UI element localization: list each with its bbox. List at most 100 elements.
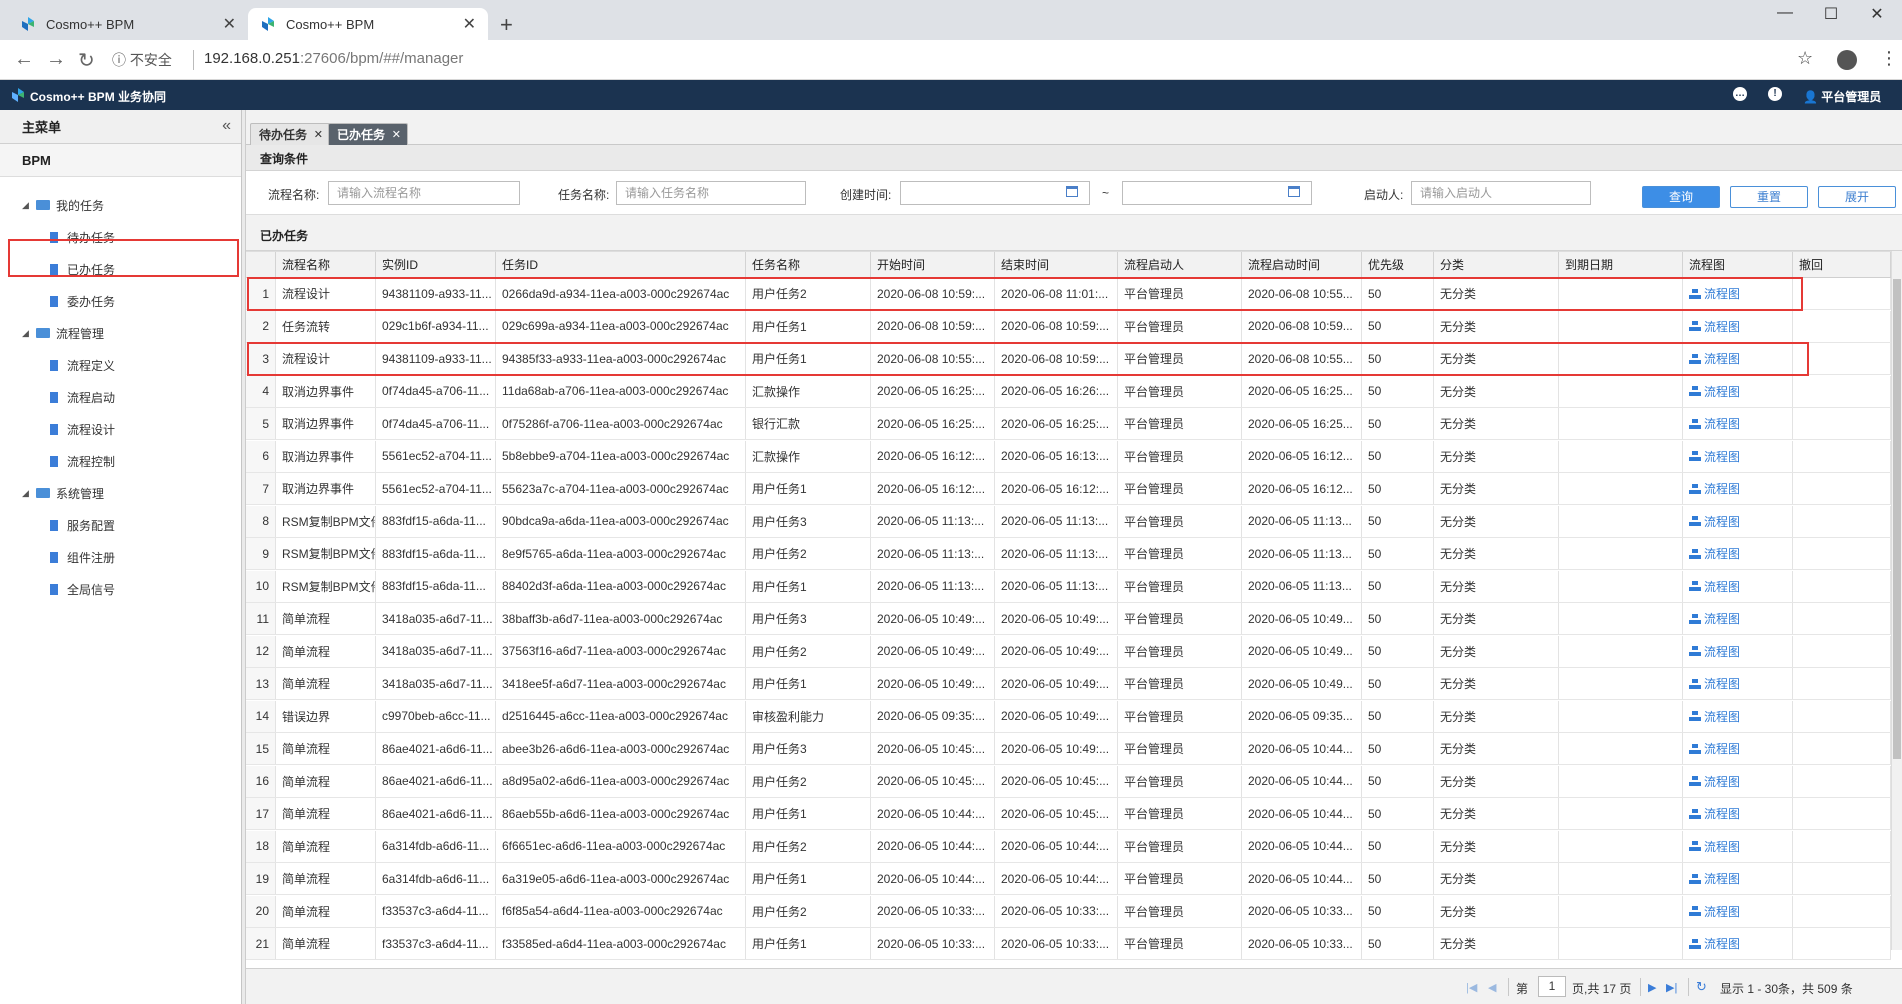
sidebar-item[interactable]: 流程控制	[50, 448, 115, 474]
column-header[interactable]: 撤回	[1793, 252, 1891, 277]
table-row[interactable]: 2 任务流转 029c1b6f-a934-11... 029c699a-a934-11…	[246, 310, 1891, 343]
column-header[interactable]: 到期日期	[1559, 252, 1683, 277]
sidebar-item[interactable]: ◢ 系统管理	[22, 480, 104, 506]
table-row[interactable]: 8 RSM复制BPM文件 883fdf15-a6da-11... 90bdca9a-a…	[246, 505, 1891, 538]
process-name-input[interactable]	[328, 181, 520, 205]
table-row[interactable]: 16 简单流程 86ae4021-a6d6-11... a8d95a02-a6d6-1…	[246, 765, 1891, 798]
flowchart-link[interactable]: 流程图	[1689, 610, 1740, 627]
table-row[interactable]: 17 简单流程 86ae4021-a6d6-11... 86aeb55b-a6d6-1…	[246, 798, 1891, 830]
expand-arrow-icon[interactable]: ◢	[22, 328, 32, 339]
flowchart-link[interactable]: 流程图	[1689, 708, 1740, 725]
flowchart-link[interactable]: 流程图	[1689, 675, 1740, 692]
first-page-icon[interactable]: |◀	[1466, 981, 1477, 994]
calendar-icon[interactable]	[1288, 186, 1300, 197]
column-header[interactable]: 流程启动人	[1118, 252, 1242, 277]
flowchart-link[interactable]: 流程图	[1689, 480, 1740, 497]
flowchart-link[interactable]: 流程图	[1689, 448, 1740, 465]
table-row[interactable]: 19 简单流程 6a314fdb-a6d6-11... 6a319e05-a6d6-1…	[246, 863, 1891, 895]
forward-arrow-icon[interactable]: →	[46, 48, 66, 71]
flowchart-link[interactable]: 流程图	[1689, 383, 1740, 400]
new-tab-icon[interactable]: +	[500, 12, 513, 38]
task-name-input[interactable]	[616, 181, 806, 205]
account-avatar-icon[interactable]	[1837, 50, 1857, 70]
calendar-icon[interactable]	[1066, 186, 1078, 197]
url-field[interactable]: 192.168.0.251:27606/bpm/##/manager	[204, 50, 463, 67]
maximize-icon[interactable]: ☐	[1808, 4, 1854, 24]
collapse-sidebar-icon[interactable]: «	[222, 117, 231, 135]
expand-arrow-icon[interactable]: ◢	[22, 488, 32, 499]
sidebar-item[interactable]: 流程定义	[50, 352, 115, 378]
flowchart-link[interactable]: 流程图	[1689, 643, 1740, 660]
table-scrollbar[interactable]	[1891, 251, 1902, 950]
flowchart-link[interactable]: 流程图	[1689, 935, 1740, 952]
sidebar-item[interactable]: ◢ 我的任务	[22, 192, 104, 218]
table-row[interactable]: 13 简单流程 3418a035-a6d7-11... 3418ee5f-a6d7-1…	[246, 668, 1891, 700]
flowchart-link[interactable]: 流程图	[1689, 545, 1740, 562]
column-header[interactable]: 开始时间	[871, 252, 995, 277]
bookmark-star-icon[interactable]: ☆	[1797, 48, 1813, 69]
created-from-input[interactable]	[900, 181, 1090, 205]
close-icon[interactable]: ✕	[223, 14, 236, 34]
column-header[interactable]: 优先级	[1362, 252, 1434, 277]
column-header[interactable]: 实例ID	[376, 252, 496, 277]
created-to-input[interactable]	[1122, 181, 1312, 205]
browser-tab-1[interactable]: Cosmo++ BPM ✕	[8, 8, 248, 40]
prev-page-icon[interactable]: ◀	[1488, 981, 1496, 994]
table-row[interactable]: 9 RSM复制BPM文件 883fdf15-a6da-11... 8e9f5765-a…	[246, 538, 1891, 570]
next-page-icon[interactable]: ▶	[1648, 981, 1656, 994]
close-icon[interactable]: ✕	[314, 128, 323, 141]
close-icon[interactable]: ✕	[392, 128, 401, 141]
table-row[interactable]: 10 RSM复制BPM文件 883fdf15-a6da-11... 88402d3f-…	[246, 570, 1891, 603]
expand-button[interactable]: 展开	[1818, 186, 1896, 208]
security-indicator[interactable]: ⓘ 不安全	[112, 50, 172, 70]
sidebar-item[interactable]: 流程设计	[50, 416, 115, 442]
column-header[interactable]: 流程启动时间	[1242, 252, 1362, 277]
tab-todo[interactable]: 待办任务 ✕	[250, 123, 331, 145]
column-header[interactable]: 流程图	[1683, 252, 1793, 277]
flowchart-link[interactable]: 流程图	[1689, 805, 1740, 822]
table-row[interactable]: 5 取消边界事件 0f74da45-a706-11... 0f75286f-a706-…	[246, 408, 1891, 440]
table-row[interactable]: 15 简单流程 86ae4021-a6d6-11... abee3b26-a6d6-1…	[246, 733, 1891, 765]
table-row[interactable]: 14 错误边界 c9970beb-a6cc-11... d2516445-a6cc-1…	[246, 700, 1891, 733]
alert-icon[interactable]: !	[1768, 87, 1782, 101]
sidebar-item[interactable]: 流程启动	[50, 384, 115, 410]
flowchart-link[interactable]: 流程图	[1689, 318, 1740, 335]
flowchart-link[interactable]: 流程图	[1689, 773, 1740, 790]
flowchart-link[interactable]: 流程图	[1689, 578, 1740, 595]
query-button[interactable]: 查询	[1642, 186, 1720, 208]
flowchart-link[interactable]: 流程图	[1689, 513, 1740, 530]
table-row[interactable]: 18 简单流程 6a314fdb-a6d6-11... 6f6651ec-a6d6-1…	[246, 830, 1891, 863]
sidebar-root[interactable]: BPM	[0, 144, 241, 177]
back-arrow-icon[interactable]: ←	[14, 48, 34, 71]
table-row[interactable]: 21 简单流程 f33537c3-a6d4-11... f33585ed-a6d4-1…	[246, 928, 1891, 960]
flowchart-link[interactable]: 流程图	[1689, 415, 1740, 432]
column-header[interactable]: 结束时间	[995, 252, 1118, 277]
sidebar-item[interactable]: 全局信号	[50, 576, 115, 602]
message-icon[interactable]: …	[1733, 87, 1747, 101]
column-header[interactable]: 流程名称	[276, 252, 376, 277]
starter-input[interactable]	[1411, 181, 1591, 205]
last-page-icon[interactable]: ▶|	[1666, 981, 1677, 994]
expand-arrow-icon[interactable]: ◢	[22, 200, 32, 211]
flowchart-link[interactable]: 流程图	[1689, 903, 1740, 920]
browser-tab-2[interactable]: Cosmo++ BPM ✕	[248, 8, 488, 40]
scrollbar-thumb[interactable]	[1893, 279, 1901, 759]
browser-menu-icon[interactable]: ⋮	[1880, 48, 1898, 69]
current-user[interactable]: 👤 平台管理员	[1803, 88, 1881, 105]
refresh-icon[interactable]: ↻	[1696, 979, 1707, 995]
page-number-input[interactable]: 1	[1538, 976, 1566, 997]
flowchart-link[interactable]: 流程图	[1689, 740, 1740, 757]
column-header[interactable]: 任务名称	[746, 252, 871, 277]
close-icon[interactable]: ✕	[463, 14, 476, 34]
table-row[interactable]: 7 取消边界事件 5561ec52-a704-11... 55623a7c-a704-…	[246, 473, 1891, 505]
sidebar-item[interactable]: 组件注册	[50, 544, 115, 570]
table-row[interactable]: 11 简单流程 3418a035-a6d7-11... 38baff3b-a6d7-1…	[246, 603, 1891, 635]
table-row[interactable]: 12 简单流程 3418a035-a6d7-11... 37563f16-a6d7-1…	[246, 635, 1891, 668]
reset-button[interactable]: 重置	[1730, 186, 1808, 208]
sidebar-item[interactable]: ◢ 流程管理	[22, 320, 104, 346]
flowchart-link[interactable]: 流程图	[1689, 838, 1740, 855]
table-row[interactable]: 4 取消边界事件 0f74da45-a706-11... 11da68ab-a706-…	[246, 375, 1891, 408]
sidebar-item[interactable]: 服务配置	[50, 512, 115, 538]
minimize-icon[interactable]: —	[1762, 4, 1808, 22]
tab-done[interactable]: 已办任务 ✕	[328, 123, 409, 145]
